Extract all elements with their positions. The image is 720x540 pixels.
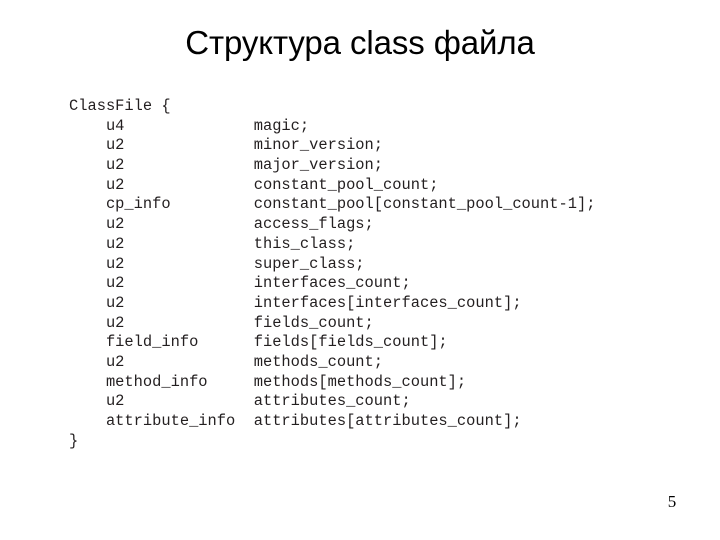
code-line-member: attribute_info attributes[attributes_cou… — [69, 412, 595, 432]
code-line-member: cp_info constant_pool[constant_pool_coun… — [69, 195, 596, 215]
code-text: u2 interfaces_count; — [69, 274, 411, 293]
code-text: } — [69, 431, 79, 450]
code-line-member: u2 minor_version; — [69, 136, 595, 156]
code-line-member: u2 access_flags; — [69, 215, 595, 235]
code-text: u2 interfaces[interfaces_count]; — [69, 293, 522, 312]
code-text: attribute_info attributes[attributes_cou… — [69, 412, 522, 430]
code-text: u2 major_version; — [69, 156, 384, 175]
code-text: u2 constant_pool_count; — [69, 175, 439, 194]
code-line-open: ClassFile { — [69, 97, 595, 117]
code-line-member: u2 super_class; — [69, 255, 595, 275]
slide: Структура class файла ClassFile { u4 mag… — [0, 0, 720, 540]
code-text: cp_info constant_pool[constant_pool_coun… — [69, 195, 596, 214]
code-line-member: u4 magic; — [69, 117, 595, 137]
code-line-close: } — [69, 432, 595, 452]
code-line-member: u2 interfaces[interfaces_count]; — [69, 294, 595, 314]
code-text: u4 magic; — [69, 116, 310, 135]
code-line-member: method_info methods[methods_count]; — [69, 373, 595, 393]
classfile-structure-code: ClassFile { u4 magic; u2 minor_version; … — [69, 97, 595, 451]
code-line-member: u2 interfaces_count; — [69, 274, 595, 294]
code-text: ClassFile { — [69, 97, 171, 115]
page-title: Структура class файла — [185, 24, 535, 61]
code-line-member: u2 attributes_count; — [69, 392, 595, 412]
code-line-member: u2 fields_count; — [69, 314, 595, 334]
code-line-member: u2 this_class; — [69, 235, 595, 255]
code-line-member: u2 constant_pool_count; — [69, 176, 595, 196]
code-text: method_info methods[methods_count]; — [69, 372, 467, 391]
code-text: field_info fields[fields_count]; — [69, 333, 448, 352]
code-text: u2 methods_count; — [69, 352, 384, 371]
code-line-member: field_info fields[fields_count]; — [69, 333, 595, 353]
code-text: u2 attributes_count; — [69, 392, 411, 411]
code-text: u2 fields_count; — [69, 313, 374, 332]
code-line-member: u2 major_version; — [69, 156, 595, 176]
code-text: u2 access_flags; — [69, 215, 374, 234]
page-number: 5 — [667, 492, 677, 511]
code-line-member: u2 methods_count; — [69, 353, 595, 373]
code-text: u2 this_class; — [69, 234, 356, 253]
code-text: u2 super_class; — [69, 254, 365, 273]
code-text: u2 minor_version; — [69, 136, 384, 155]
